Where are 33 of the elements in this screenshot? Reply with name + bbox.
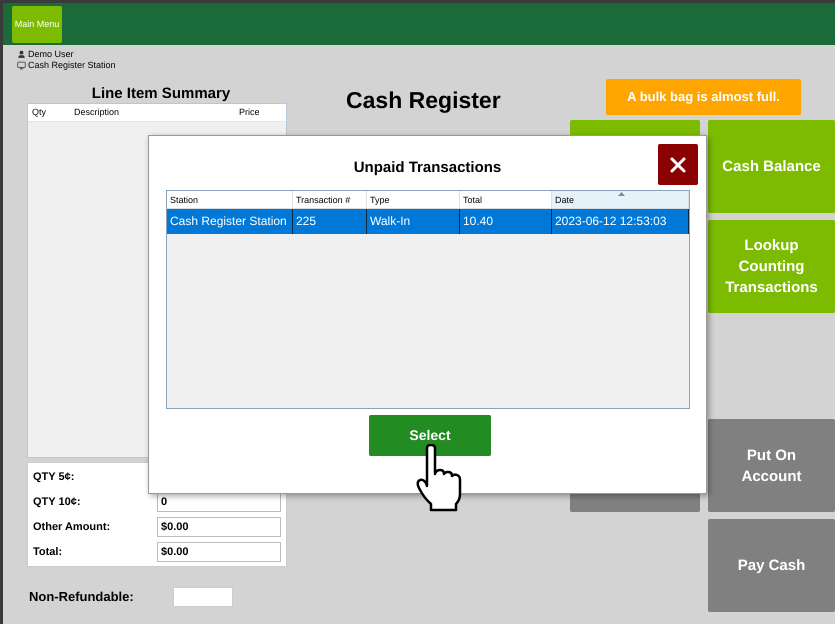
user-icon (17, 50, 26, 59)
column-header[interactable]: Station (167, 191, 293, 208)
field-label: QTY 10¢: (33, 494, 82, 510)
amount-field[interactable]: $0.00 (156, 542, 281, 562)
column-header[interactable]: Transaction # (293, 191, 367, 208)
amount-field[interactable]: $0.00 (156, 517, 281, 537)
line-items-title: Line Item Summary (90, 85, 232, 103)
alert-banner: A bulk bag is almost full. (606, 79, 801, 115)
field-label: Non-Refundable: (28, 588, 135, 606)
table-row[interactable]: Cash Register Station 225 Walk-In 10.40 2023-06-12 12:53:03 (167, 209, 689, 234)
close-button[interactable] (658, 144, 698, 185)
page-title: Cash Register (346, 86, 501, 114)
column-header[interactable]: Type (367, 191, 460, 208)
non-refundable-field[interactable] (173, 587, 233, 607)
field-label: QTY 5¢: (33, 470, 76, 485)
select-button[interactable]: Select (369, 415, 491, 456)
table-cell: 2023-06-12 12:53:03 (552, 209, 689, 234)
column-header: Description (73, 106, 120, 119)
table-cell: 10.40 (460, 209, 552, 234)
table-cell: Walk-In (367, 209, 460, 234)
monitor-icon (17, 61, 26, 70)
user-name: Demo User (28, 49, 74, 60)
amount-field[interactable]: 0 (156, 492, 281, 512)
table-cell: 225 (293, 209, 367, 234)
field-label: Total: (33, 544, 64, 560)
field-label: Other Amount: (33, 520, 112, 535)
column-header[interactable]: Date (552, 191, 689, 208)
column-header: Price (238, 106, 261, 119)
table-cell: Cash Register Station (167, 209, 293, 234)
column-header: Qty (31, 106, 48, 119)
station-name: Cash Register Station (28, 60, 116, 71)
dialog-title: Unpaid Transactions (352, 158, 502, 178)
sort-arrow-icon (618, 192, 625, 196)
